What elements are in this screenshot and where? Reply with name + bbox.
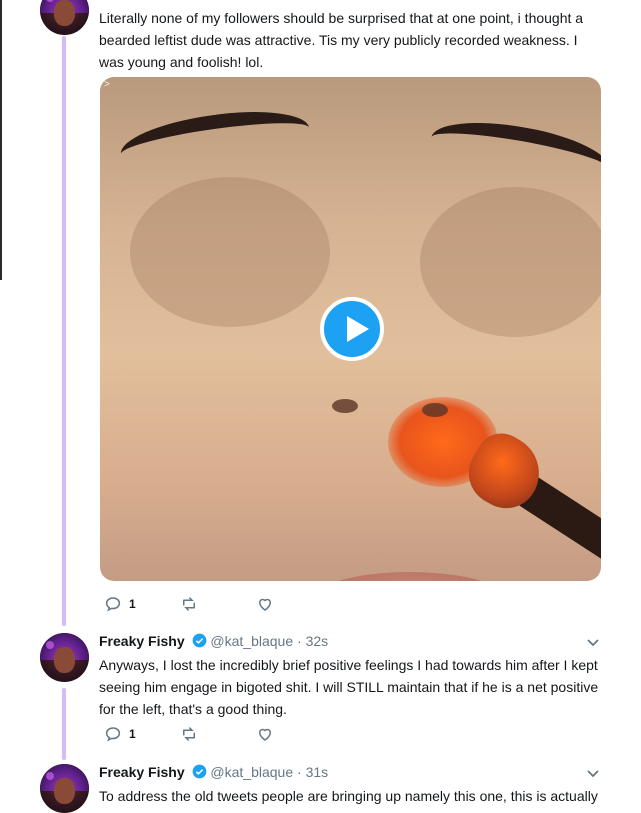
window-edge [0,0,2,280]
avatar[interactable] [40,764,89,813]
play-icon[interactable] [320,297,384,361]
handle[interactable]: @kat_blaque [210,633,293,649]
like-icon [258,728,271,741]
tweet-actions: 1 [104,594,274,614]
reply-icon [105,597,121,612]
like-icon [258,598,271,611]
like-button[interactable] [256,725,274,743]
retweet-button[interactable] [180,595,198,613]
retweet-icon [182,597,195,611]
nostril [422,403,448,417]
right-eyebrow [426,111,601,195]
timestamp[interactable]: 31s [306,764,329,780]
chevron-down-icon[interactable] [585,765,601,781]
tweet-text: To address the old tweets people are bri… [99,788,598,804]
chevron-down-icon[interactable] [585,634,601,650]
separator: · [297,764,302,780]
reply-button[interactable]: 1 [104,725,136,743]
verified-icon [192,633,206,648]
thread-line [62,688,66,760]
retweet-icon [182,727,195,741]
reply-icon [105,727,121,742]
tweet-text: Literally none of my followers should be… [99,10,584,70]
right-eye-area [420,187,601,337]
thread-line [62,36,66,626]
lips [310,572,510,581]
left-eye-area [130,177,330,327]
retweet-button[interactable] [180,725,198,743]
tweet-text: Anyways, I lost the incredibly brief pos… [99,657,599,717]
gif-label: > [104,79,110,90]
left-eyebrow [117,102,313,180]
reply-count: 1 [129,597,136,611]
display-name[interactable]: Freaky Fishy [99,764,185,780]
display-name[interactable]: Freaky Fishy [99,633,185,649]
avatar[interactable] [40,633,89,682]
timestamp[interactable]: 32s [306,633,329,649]
gif-media[interactable]: > [100,77,601,581]
verified-icon [192,764,206,779]
tweet-actions: 1 [104,724,274,744]
avatar[interactable] [40,0,89,35]
nostril [332,399,358,413]
like-button[interactable] [256,595,274,613]
tweet-header: Freaky Fishy @kat_blaque · 31s [99,762,328,782]
handle[interactable]: @kat_blaque [210,764,293,780]
reply-count: 1 [129,727,136,741]
reply-button[interactable]: 1 [104,595,136,613]
separator: · [297,633,302,649]
tweet-header: Freaky Fishy @kat_blaque · 32s [99,631,328,651]
